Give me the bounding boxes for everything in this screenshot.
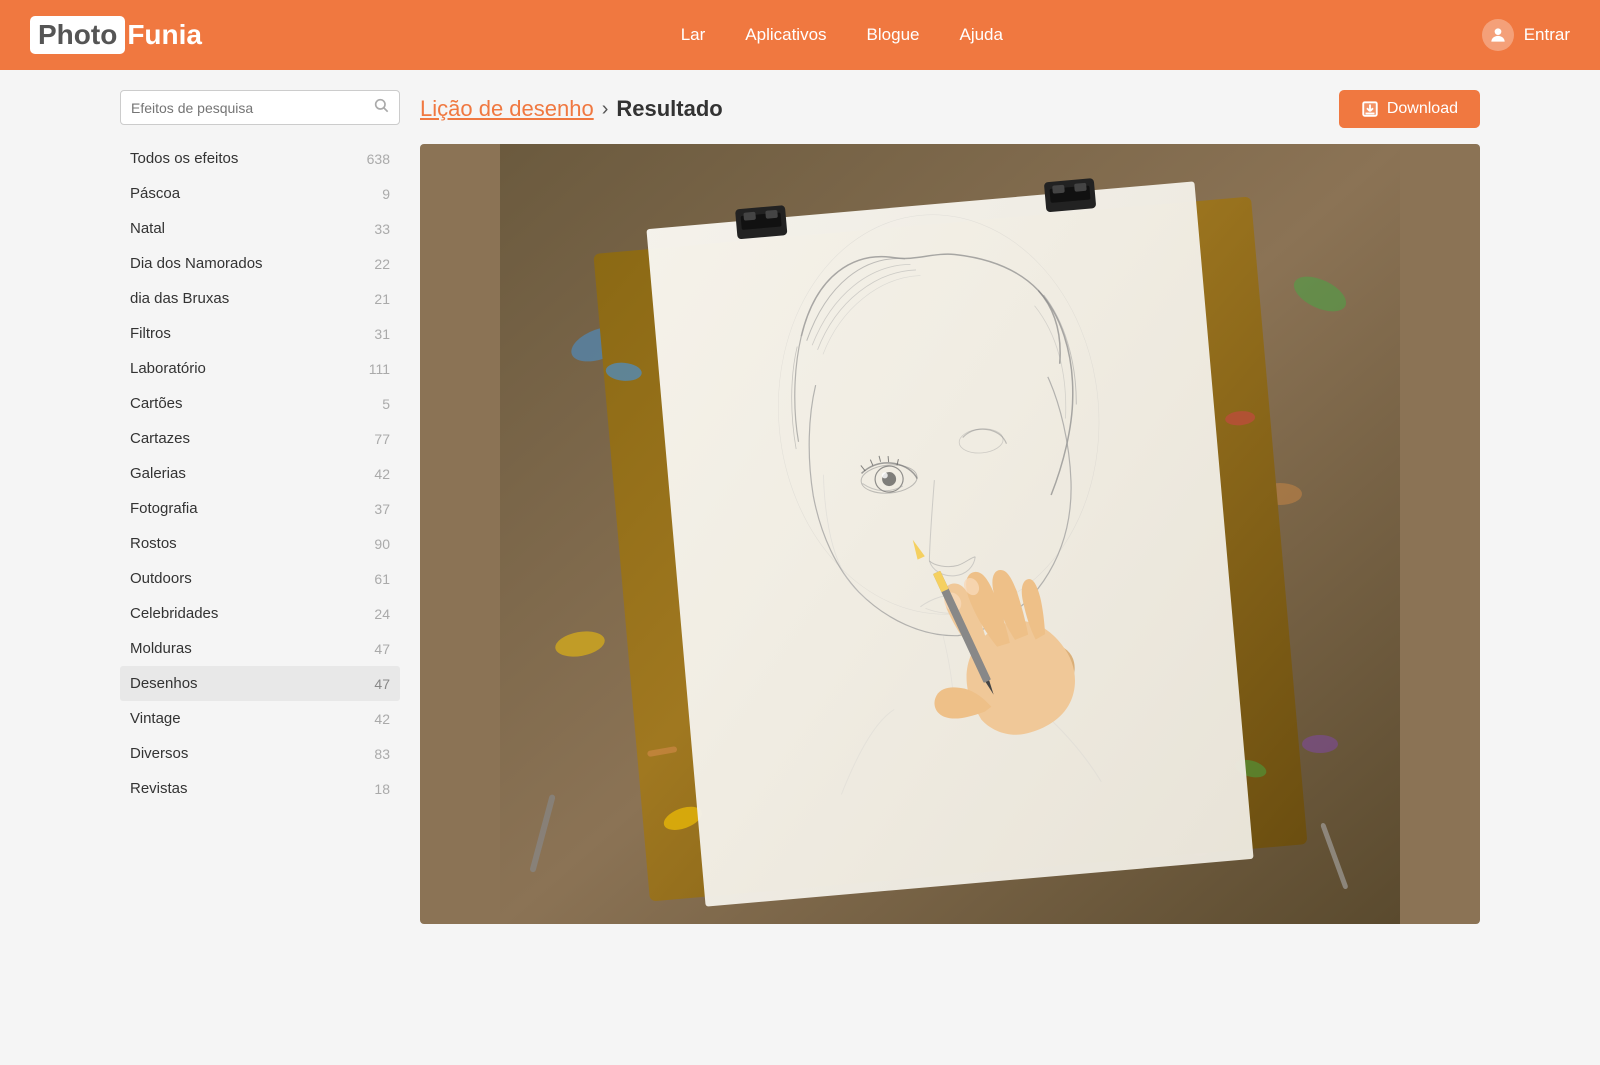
breadcrumb: Lição de desenho › Resultado xyxy=(420,96,723,122)
list-item[interactable]: Vintage 42 xyxy=(120,701,400,736)
category-count: 111 xyxy=(369,361,390,377)
category-label: Natal xyxy=(130,220,165,237)
main-container: Todos os efeitos 638 Páscoa 9 Natal 33 D… xyxy=(100,70,1500,924)
list-item[interactable]: Rostos 90 xyxy=(120,526,400,561)
breadcrumb-current: Resultado xyxy=(616,96,722,122)
category-label: Desenhos xyxy=(130,675,198,692)
logo[interactable]: Photo Funia xyxy=(30,16,202,54)
category-label: Laboratório xyxy=(130,360,206,377)
main-nav: Lar Aplicativos Blogue Ajuda xyxy=(681,25,1003,45)
download-icon xyxy=(1361,100,1379,118)
search-input[interactable] xyxy=(131,100,373,116)
download-button[interactable]: Download xyxy=(1339,90,1480,128)
site-header: Photo Funia Lar Aplicativos Blogue Ajuda… xyxy=(0,0,1600,70)
category-count: 5 xyxy=(382,396,390,412)
category-label: Todos os efeitos xyxy=(130,150,238,167)
category-label: Dia dos Namorados xyxy=(130,255,263,272)
category-label: Galerias xyxy=(130,465,186,482)
nav-ajuda[interactable]: Ajuda xyxy=(959,25,1002,45)
category-count: 90 xyxy=(374,536,390,552)
login-area[interactable]: Entrar xyxy=(1482,19,1570,51)
category-label: Diversos xyxy=(130,745,188,762)
category-count: 42 xyxy=(374,466,390,482)
category-count: 77 xyxy=(374,431,390,447)
list-item[interactable]: Fotografia 37 xyxy=(120,491,400,526)
category-list: Todos os efeitos 638 Páscoa 9 Natal 33 D… xyxy=(120,141,400,806)
list-item[interactable]: Dia dos Namorados 22 xyxy=(120,246,400,281)
user-icon xyxy=(1482,19,1514,51)
category-label: dia das Bruxas xyxy=(130,290,229,307)
drawing-scene-svg xyxy=(420,144,1480,924)
list-item[interactable]: Laboratório 111 xyxy=(120,351,400,386)
download-label: Download xyxy=(1387,100,1458,118)
category-label: Cartões xyxy=(130,395,183,412)
category-count: 33 xyxy=(374,221,390,237)
list-item[interactable]: Filtros 31 xyxy=(120,316,400,351)
search-box[interactable] xyxy=(120,90,400,125)
list-item[interactable]: Todos os efeitos 638 xyxy=(120,141,400,176)
category-count: 22 xyxy=(374,256,390,272)
list-item[interactable]: Galerias 42 xyxy=(120,456,400,491)
nav-blogue[interactable]: Blogue xyxy=(867,25,920,45)
result-image xyxy=(420,144,1480,924)
category-count: 47 xyxy=(374,676,390,692)
category-count: 9 xyxy=(382,186,390,202)
category-count: 24 xyxy=(374,606,390,622)
list-item[interactable]: dia das Bruxas 21 xyxy=(120,281,400,316)
nav-lar[interactable]: Lar xyxy=(681,25,706,45)
list-item[interactable]: Revistas 18 xyxy=(120,771,400,806)
logo-funia: Funia xyxy=(127,19,202,51)
category-count: 42 xyxy=(374,711,390,727)
category-count: 61 xyxy=(374,571,390,587)
breadcrumb-bar: Lição de desenho › Resultado Download xyxy=(420,90,1480,128)
list-item[interactable]: Páscoa 9 xyxy=(120,176,400,211)
search-icon xyxy=(373,97,389,118)
category-label: Fotografia xyxy=(130,500,198,517)
category-count: 31 xyxy=(374,326,390,342)
category-label: Outdoors xyxy=(130,570,192,587)
list-item[interactable]: Diversos 83 xyxy=(120,736,400,771)
list-item[interactable]: Celebridades 24 xyxy=(120,596,400,631)
category-count: 21 xyxy=(374,291,390,307)
category-count: 83 xyxy=(374,746,390,762)
category-count: 638 xyxy=(367,151,390,167)
content-area: Lição de desenho › Resultado Download xyxy=(420,90,1480,924)
logo-text: Photo Funia xyxy=(30,16,202,54)
list-item[interactable]: Cartões 5 xyxy=(120,386,400,421)
category-label: Vintage xyxy=(130,710,181,727)
category-count: 18 xyxy=(374,781,390,797)
category-label: Molduras xyxy=(130,640,192,657)
list-item[interactable]: Molduras 47 xyxy=(120,631,400,666)
logo-photo: Photo xyxy=(30,16,125,54)
category-label: Revistas xyxy=(130,780,188,797)
list-item[interactable]: Outdoors 61 xyxy=(120,561,400,596)
category-label: Páscoa xyxy=(130,185,180,202)
list-item[interactable]: Cartazes 77 xyxy=(120,421,400,456)
category-count: 47 xyxy=(374,641,390,657)
sidebar: Todos os efeitos 638 Páscoa 9 Natal 33 D… xyxy=(120,90,400,924)
category-label: Celebridades xyxy=(130,605,218,622)
list-item-active[interactable]: Desenhos 47 xyxy=(120,666,400,701)
breadcrumb-parent[interactable]: Lição de desenho xyxy=(420,96,594,122)
login-label: Entrar xyxy=(1524,25,1570,45)
category-label: Rostos xyxy=(130,535,177,552)
list-item[interactable]: Natal 33 xyxy=(120,211,400,246)
breadcrumb-separator: › xyxy=(602,98,609,121)
category-label: Filtros xyxy=(130,325,171,342)
category-label: Cartazes xyxy=(130,430,190,447)
category-count: 37 xyxy=(374,501,390,517)
nav-aplicativos[interactable]: Aplicativos xyxy=(745,25,826,45)
